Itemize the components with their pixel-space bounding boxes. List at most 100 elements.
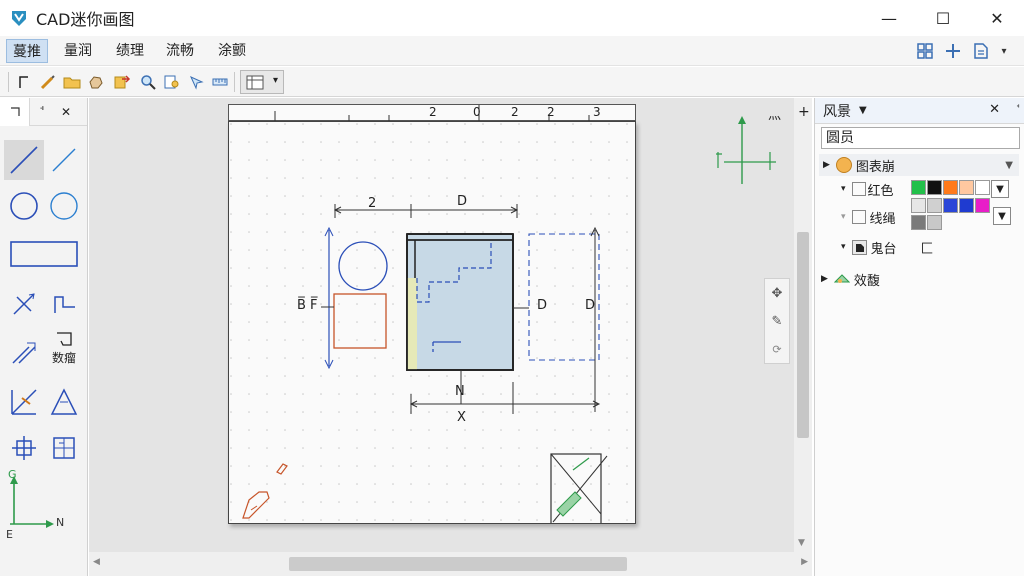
effects-section[interactable]: ▶ 效馥 [821, 268, 880, 290]
snap-tool[interactable] [4, 428, 44, 468]
data-tool[interactable]: 数瘤 [44, 328, 84, 368]
chevron-down-icon[interactable]: ▾ [998, 40, 1010, 62]
chevron-down-icon[interactable]: ▼ [859, 105, 867, 116]
menu-item-4[interactable]: 流畅 [160, 39, 200, 63]
drawing-sheet[interactable]: 2 D B̅ F̅ D D N X [228, 121, 636, 524]
layer-group-label: 图表崩 [855, 159, 895, 175]
pencil-icon[interactable] [38, 71, 58, 93]
color-swatch[interactable] [959, 198, 974, 213]
color-row[interactable]: ▾ 红色 [821, 178, 894, 200]
block-tool[interactable] [44, 428, 84, 468]
vertical-scrollbar[interactable]: + ▼ [794, 98, 812, 552]
circle-tool[interactable] [4, 186, 44, 226]
horizontal-ruler: 2 0 2 2 3 [228, 104, 636, 122]
menu-item-2[interactable]: 量润 [58, 39, 98, 63]
color-swatch[interactable] [927, 215, 942, 230]
property-row[interactable]: ▾ 鬼台 匚 [821, 236, 934, 258]
horizontal-scroll-thumb[interactable] [289, 557, 627, 571]
color-swatch[interactable] [943, 198, 958, 213]
export-icon[interactable] [112, 71, 132, 93]
zoom-icon[interactable] [138, 71, 158, 93]
folder-open-icon[interactable] [62, 71, 82, 93]
offset-tool[interactable] [4, 332, 44, 372]
dimension-label: 2 [368, 196, 377, 211]
measure-icon[interactable] [210, 71, 230, 93]
extend-tool[interactable] [44, 284, 84, 324]
chevron-down-icon: ▾ [272, 75, 278, 86]
effects-label: 效馥 [853, 273, 880, 289]
property-label: 鬼台 [870, 241, 897, 257]
triangle-tool[interactable] [44, 382, 84, 422]
view-cube-axes-icon[interactable] [712, 112, 784, 188]
vertical-scroll-thumb[interactable] [797, 232, 809, 438]
linetype-label: 线绳 [869, 211, 896, 227]
add-icon[interactable] [942, 40, 964, 62]
expand-arrow-icon[interactable]: ▶ [823, 160, 830, 170]
color-swatch[interactable] [975, 180, 990, 195]
view-mode-dropdown[interactable]: ▾ [240, 70, 284, 94]
chevron-down-icon[interactable]: ▼ [1005, 160, 1013, 171]
panel-close-icon[interactable]: ✕ [54, 98, 78, 126]
polyline-icon[interactable] [14, 71, 34, 93]
help-pointer-icon[interactable] [186, 71, 206, 93]
linetype-dropdown-button[interactable]: ▼ [993, 207, 1011, 225]
data-tool-label: 数瘤 [51, 350, 76, 365]
color-dropdown-button[interactable]: ▼ [991, 180, 1009, 198]
close-button[interactable]: ✕ [970, 0, 1024, 36]
color-swatch[interactable] [927, 180, 942, 195]
orbit-icon[interactable]: ✎ [765, 307, 789, 335]
origin-label: E [6, 528, 13, 541]
tool-palette: ꜗ ✕ 数瘤 G N [0, 97, 88, 576]
color-swatch[interactable] [975, 198, 990, 213]
checkbox[interactable] [851, 210, 866, 224]
ruler-label: 2 [511, 105, 519, 119]
menu-item-5[interactable]: 涂颤 [212, 39, 252, 63]
canvas-add-icon[interactable]: + [798, 104, 810, 120]
properties-panel: 风景 ▼ ✕ ꜗ 圆员 ▶ 图表崩 ▼ ▾ 红色 ▼ ▾ 线绳 ▼ [814, 98, 1024, 576]
color-swatch[interactable] [943, 180, 958, 195]
linetype-row[interactable]: ▾ 线绳 [821, 206, 896, 228]
rectangle-tool[interactable] [4, 234, 84, 274]
minimize-button[interactable]: — [862, 0, 916, 36]
tab-tools[interactable] [0, 97, 30, 126]
layout-grid-icon[interactable] [914, 40, 936, 62]
zoom-extents-icon[interactable]: ⟳ [765, 335, 789, 363]
document-icon[interactable] [970, 40, 992, 62]
ruler-label: 3 [593, 105, 601, 119]
layer-group-header[interactable]: ▶ 图表崩 ▼ [819, 154, 1019, 176]
angle-tool[interactable] [4, 382, 44, 422]
window-title: CAD迷你画图 [36, 10, 135, 29]
app-logo-icon [12, 11, 26, 26]
color-swatch[interactable] [959, 180, 974, 195]
dimension-label: X [457, 410, 466, 425]
color-swatch[interactable] [911, 198, 926, 213]
checkbox[interactable] [851, 182, 866, 196]
color-swatch[interactable] [927, 198, 942, 213]
trim-tool[interactable] [4, 284, 44, 324]
circle-center-tool[interactable] [44, 186, 84, 226]
property-value[interactable]: 匚 [921, 238, 934, 257]
layer-icon [851, 239, 867, 255]
horizontal-scrollbar[interactable]: ◀ ▶ [89, 552, 812, 576]
panel-close-icon[interactable]: ✕ [989, 102, 1000, 117]
dimension-label: D [457, 194, 468, 209]
scroll-down-icon[interactable]: ▼ [798, 538, 805, 548]
maximize-button[interactable]: ☐ [916, 0, 970, 36]
pin-icon[interactable]: ꜗ [30, 98, 54, 126]
color-swatches-row-1: ▼ [911, 180, 1009, 198]
scroll-right-icon[interactable]: ▶ [801, 557, 808, 567]
hand-icon[interactable] [86, 71, 106, 93]
property-search-field[interactable]: 圆员 [821, 127, 1020, 149]
properties-header: 风景 ▼ ✕ ꜗ [815, 98, 1024, 124]
menu-item-3[interactable]: 绩理 [110, 39, 150, 63]
color-swatch[interactable] [911, 215, 926, 230]
x-axis-label: N [56, 516, 65, 529]
menu-item-1[interactable]: 蔓推 [6, 39, 48, 63]
line-tool[interactable] [4, 140, 44, 180]
print-preview-icon[interactable] [162, 71, 182, 93]
ray-tool[interactable] [44, 140, 84, 180]
dimension-label: D [537, 298, 548, 313]
pan-icon[interactable]: ✥ [765, 279, 789, 307]
scroll-left-icon[interactable]: ◀ [93, 557, 100, 567]
color-swatch[interactable] [911, 180, 926, 195]
